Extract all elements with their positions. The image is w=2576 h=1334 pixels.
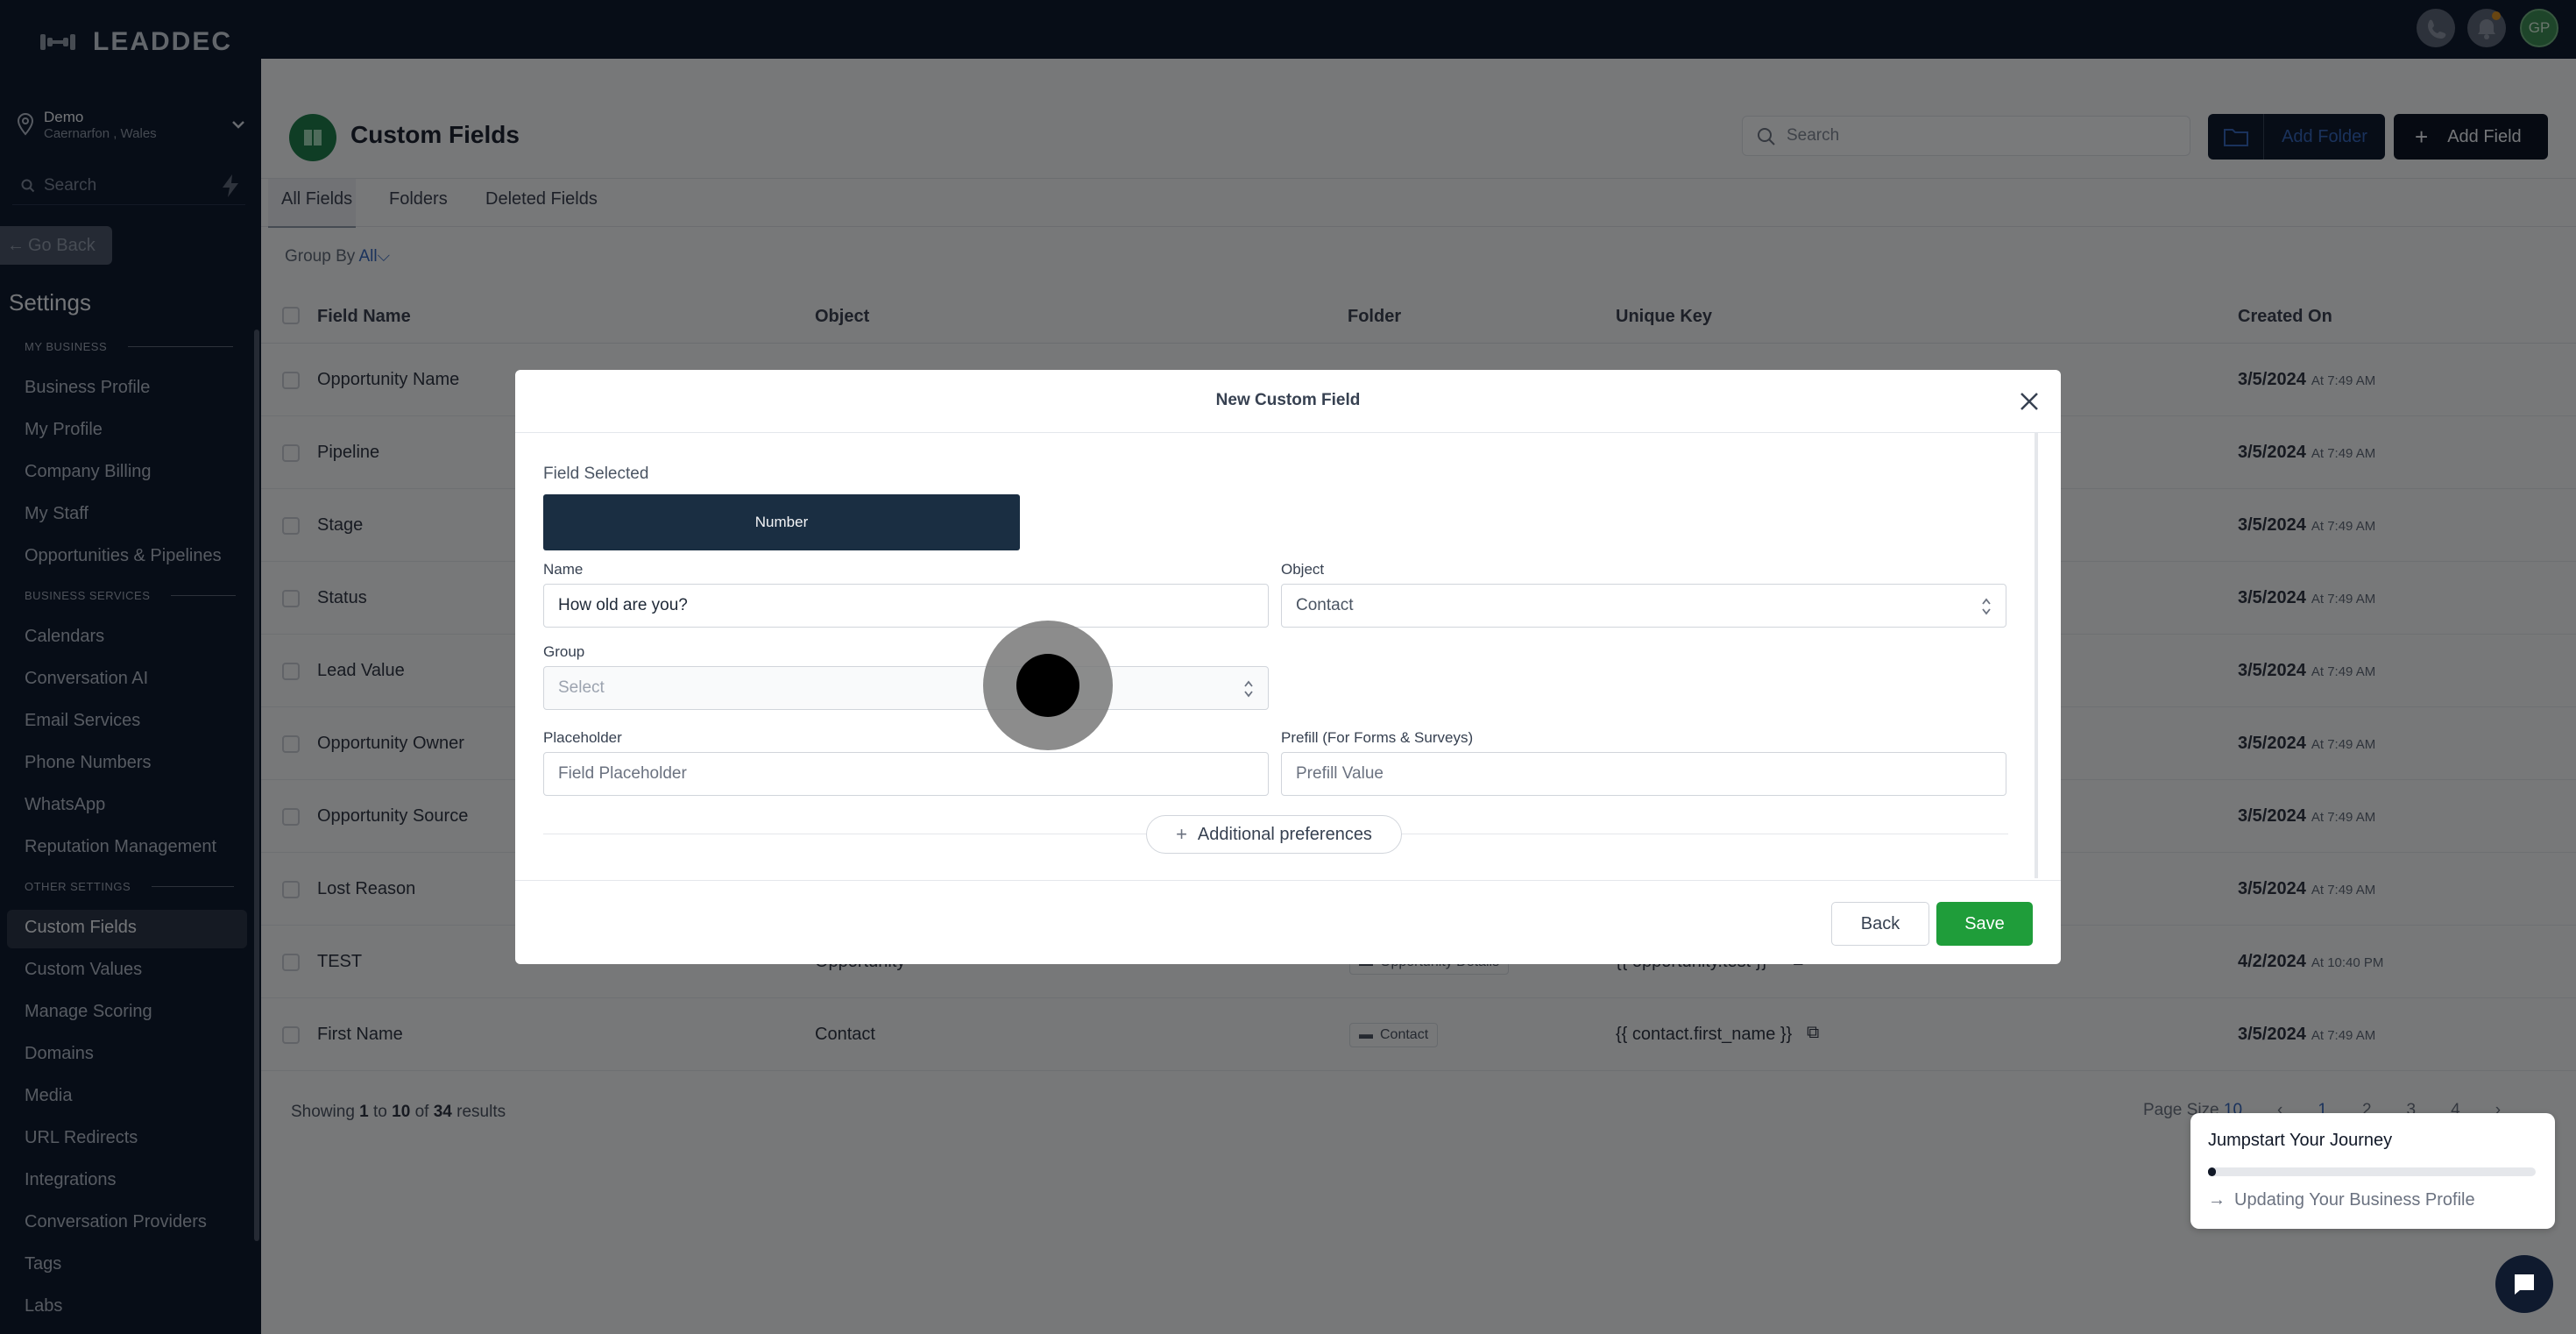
group-label: Group [543,643,585,660]
arrow-right-icon: → [2208,1190,2226,1210]
field-selected-label: Field Selected [543,465,649,483]
chat-icon [2515,1274,2534,1295]
jumpstart-title: Jumpstart Your Journey [2208,1131,2393,1150]
object-label: Object [1281,561,1325,578]
placeholder-label: Placeholder [543,729,622,746]
name-input[interactable]: How old are you? [543,584,1269,628]
prefill-label: Prefill (For Forms & Surveys) [1281,729,1474,746]
back-button[interactable]: Back [1831,902,1929,946]
new-custom-field-modal: New Custom Field Field Selected Number N… [515,370,2061,964]
click-indicator [983,621,1113,750]
jumpstart-progress-fill [2208,1167,2217,1176]
updown-chevron-icon [1244,680,1253,698]
save-button[interactable]: Save [1936,902,2033,946]
updown-chevron-icon [1982,598,1991,615]
modal-footer: Back Save [515,880,2061,964]
jumpstart-widget[interactable]: Jumpstart Your Journey → Updating Your Bu… [2190,1113,2555,1229]
group-select[interactable]: Select [543,666,1269,710]
additional-preferences-button[interactable]: + Additional preferences [1146,815,1402,854]
field-type-number[interactable]: Number [543,494,1020,550]
group-placeholder: Select [558,678,605,697]
name-label: Name [543,561,584,578]
jumpstart-progress-bar [2208,1167,2536,1176]
object-value: Contact [1296,596,1354,614]
jumpstart-step[interactable]: → Updating Your Business Profile [2208,1190,2475,1210]
modal-title: New Custom Field [1215,391,1361,409]
object-select[interactable]: Contact [1281,584,2006,628]
plus-icon: + [1176,823,1187,845]
placeholder-input[interactable]: Field Placeholder [543,752,1269,796]
additional-preferences-label: Additional preferences [1197,824,1372,844]
modal-scrollbar[interactable] [2035,433,2038,878]
modal-header: New Custom Field [515,370,2061,433]
close-icon[interactable] [2017,389,2042,414]
prefill-input[interactable]: Prefill Value [1281,752,2006,796]
click-indicator-dot [1016,654,1079,717]
chat-launcher-button[interactable] [2495,1255,2553,1313]
jumpstart-step-label: Updating Your Business Profile [2234,1190,2475,1210]
